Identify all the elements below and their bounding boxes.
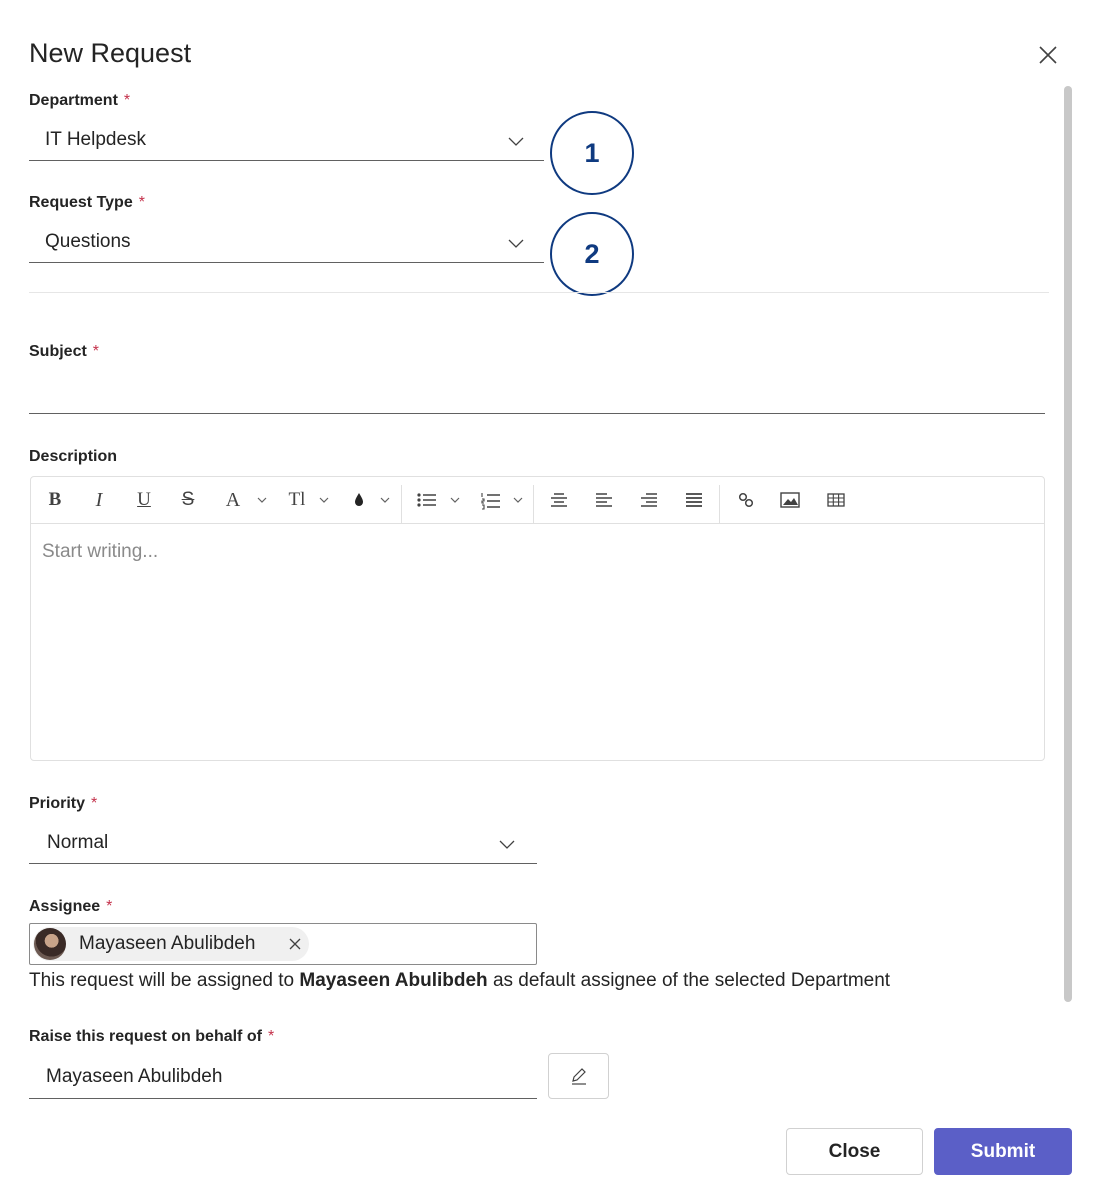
subject-label: Subject * (29, 343, 100, 360)
toolbar-divider (719, 485, 720, 523)
chevron-down-icon (508, 239, 524, 248)
image-icon[interactable] (779, 487, 801, 513)
chevron-down-icon (499, 840, 515, 849)
align-right-icon[interactable] (638, 487, 660, 513)
strikethrough-icon[interactable]: S (176, 487, 200, 513)
underline-icon[interactable]: U (132, 487, 156, 513)
submit-button[interactable]: Submit (934, 1128, 1072, 1175)
required-mark: * (138, 194, 145, 211)
department-dropdown[interactable]: IT Helpdesk (29, 121, 544, 161)
scrollbar-thumb[interactable] (1064, 86, 1072, 1002)
dialog-title: New Request (29, 38, 192, 68)
font-size-icon[interactable]: Tl (284, 487, 310, 513)
required-mark: * (267, 1028, 275, 1045)
align-left-icon[interactable] (593, 487, 615, 513)
avatar (34, 928, 66, 960)
chevron-down-icon[interactable] (255, 487, 269, 513)
assignee-picker[interactable]: Mayaseen Abulibdeh (29, 923, 537, 965)
divider (29, 292, 1049, 293)
behalf-field[interactable]: Mayaseen Abulibdeh (29, 1057, 537, 1099)
behalf-value: Mayaseen Abulibdeh (46, 1066, 223, 1087)
department-value: IT Helpdesk (45, 129, 147, 150)
toolbar-divider (401, 485, 402, 523)
pencil-icon (571, 1068, 586, 1085)
italic-icon[interactable]: I (87, 487, 111, 513)
chevron-down-icon[interactable] (448, 487, 462, 513)
bold-icon[interactable]: B (43, 487, 67, 513)
request-type-dropdown[interactable]: Questions (29, 223, 544, 263)
edit-behalf-button[interactable] (548, 1053, 609, 1099)
chevron-down-icon (508, 137, 524, 146)
required-mark: * (92, 343, 100, 360)
description-editor: B I U S A Tl Start writing... (30, 476, 1045, 761)
request-type-label: Request Type * (29, 194, 145, 211)
chevron-down-icon[interactable] (378, 487, 392, 513)
description-label: Description (29, 448, 118, 465)
close-icon[interactable] (1036, 43, 1060, 67)
required-mark: * (91, 795, 98, 812)
description-placeholder: Start writing... (42, 541, 159, 562)
required-mark: * (123, 92, 131, 109)
step-badge-2: 2 (550, 212, 634, 296)
toolbar-divider (533, 485, 534, 523)
link-icon[interactable] (735, 487, 757, 513)
bulleted-list-icon[interactable] (415, 487, 439, 513)
remove-assignee-icon[interactable] (287, 936, 303, 952)
priority-dropdown[interactable]: Normal (29, 824, 537, 864)
subject-input[interactable] (29, 372, 1045, 414)
behalf-label: Raise this request on behalf of * (29, 1028, 275, 1045)
step-badge-1: 1 (550, 111, 634, 195)
chevron-down-icon[interactable] (511, 487, 525, 513)
assignee-note: This request will be assigned to Mayasee… (29, 970, 891, 991)
close-button[interactable]: Close (786, 1128, 923, 1175)
table-icon[interactable] (825, 487, 847, 513)
request-type-value: Questions (45, 231, 131, 252)
assignee-note-name: Mayaseen Abulibdeh (299, 970, 488, 991)
font-color-icon[interactable]: A (221, 487, 245, 513)
priority-value: Normal (47, 832, 109, 853)
chevron-down-icon[interactable] (317, 487, 331, 513)
assignee-chip: Mayaseen Abulibdeh (33, 927, 309, 961)
editor-toolbar: B I U S A Tl (31, 477, 1044, 524)
assignee-chip-name: Mayaseen Abulibdeh (79, 933, 256, 954)
priority-label: Priority * (29, 795, 98, 812)
department-label: Department * (29, 92, 131, 109)
required-mark: * (106, 898, 113, 915)
description-textarea[interactable]: Start writing... (31, 525, 1044, 761)
align-center-icon[interactable] (548, 487, 570, 513)
align-justify-icon[interactable] (683, 487, 705, 513)
numbered-list-icon[interactable] (479, 487, 503, 513)
highlight-icon[interactable] (349, 487, 369, 513)
assignee-label: Assignee * (29, 898, 113, 915)
